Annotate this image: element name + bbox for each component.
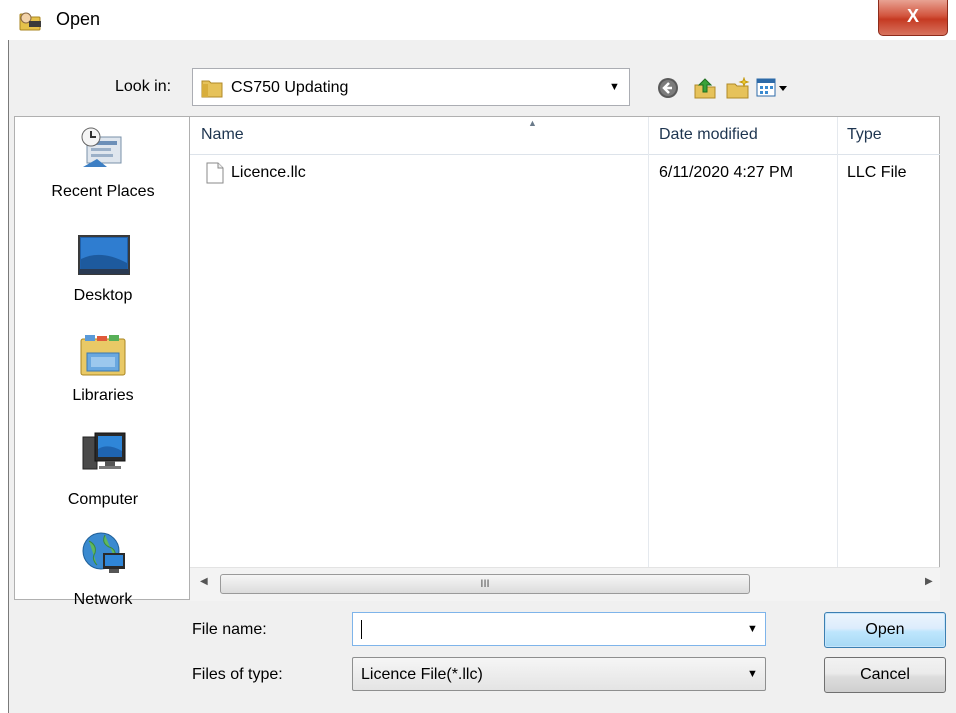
file-name-cell: Licence.llc: [231, 164, 306, 181]
column-header-date-modified[interactable]: Date modified: [659, 126, 758, 144]
view-menu-icon[interactable]: [756, 77, 790, 103]
close-button[interactable]: X: [878, 0, 948, 36]
title-bar: Open X: [0, 0, 956, 40]
place-libraries[interactable]: Libraries: [15, 329, 191, 421]
scrollbar-thumb[interactable]: III: [220, 574, 750, 594]
column-header-name[interactable]: Name: [201, 126, 244, 144]
new-folder-icon[interactable]: [726, 76, 750, 103]
place-label: Network: [73, 591, 133, 608]
open-dialog-icon: [18, 9, 44, 31]
computer-icon: [81, 431, 127, 477]
column-guide: [648, 155, 649, 567]
place-label: Recent Places: [51, 183, 155, 200]
column-guide: [837, 155, 838, 567]
network-icon: [79, 531, 127, 579]
column-divider[interactable]: [648, 117, 649, 155]
cancel-button[interactable]: Cancel: [824, 657, 946, 693]
place-desktop[interactable]: Desktop: [15, 229, 191, 319]
look-in-dropdown[interactable]: CS750 Updating ▼: [192, 68, 630, 106]
recent-places-icon: [79, 127, 127, 175]
file-type-label: Files of type:: [192, 666, 283, 683]
chevron-down-icon: ▼: [609, 81, 620, 93]
back-icon[interactable]: [657, 77, 679, 103]
scroll-left-icon[interactable]: ◀: [200, 576, 208, 587]
file-list-header: ▲ Name Date modified Type: [190, 117, 940, 155]
open-button[interactable]: Open: [824, 612, 946, 648]
file-name-label: File name:: [192, 621, 267, 638]
folder-icon: [201, 78, 223, 102]
text-caret: [361, 620, 362, 639]
file-row[interactable]: Licence.llc 6/11/2020 4:27 PM LLC File: [190, 159, 940, 187]
place-recent-places[interactable]: Recent Places: [15, 127, 191, 219]
file-name-input[interactable]: ▼: [352, 612, 766, 646]
place-label: Computer: [67, 491, 139, 508]
file-list: ▲ Name Date modified Type Licence.llc 6/…: [190, 116, 940, 601]
chevron-down-icon: ▼: [747, 668, 758, 680]
type-cell: LLC File: [847, 164, 907, 181]
chevron-down-icon[interactable]: ▼: [747, 623, 758, 635]
look-in-value: CS750 Updating: [231, 79, 349, 96]
places-bar: Recent Places Desktop Libraries Computer…: [14, 116, 191, 608]
place-label: Libraries: [72, 387, 134, 404]
file-type-dropdown[interactable]: Licence File(*.llc) ▼: [352, 657, 766, 691]
place-computer[interactable]: Computer: [15, 431, 191, 521]
file-icon: [206, 162, 224, 188]
date-modified-cell: 6/11/2020 4:27 PM: [659, 164, 794, 181]
horizontal-scrollbar[interactable]: ◀ III ▶: [190, 567, 940, 601]
up-folder-icon[interactable]: [693, 77, 717, 103]
libraries-icon: [79, 335, 127, 381]
dialog-title: Open: [56, 9, 101, 29]
place-network[interactable]: Network: [15, 531, 191, 608]
file-type-value: Licence File(*.llc): [361, 666, 483, 683]
desktop-icon: [78, 235, 130, 279]
place-label: Desktop: [73, 287, 133, 304]
look-in-label: Look in:: [115, 78, 172, 95]
column-header-type[interactable]: Type: [847, 126, 882, 144]
column-divider[interactable]: [837, 117, 838, 155]
scroll-right-icon[interactable]: ▶: [925, 576, 933, 587]
sort-ascending-icon: ▲: [528, 118, 537, 128]
